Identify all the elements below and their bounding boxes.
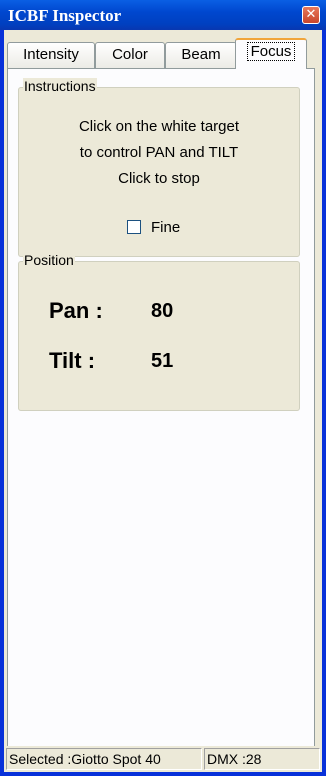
tab-intensity[interactable]: Intensity	[7, 42, 95, 68]
pan-value: 80	[151, 300, 174, 322]
tilt-value: 51	[151, 350, 174, 372]
instructions-group: Instructions Click on the white target t…	[18, 78, 300, 257]
tilt-label: Tilt :	[49, 348, 96, 373]
tab-focus[interactable]: Focus	[235, 38, 307, 69]
instructions-legend: Instructions	[23, 78, 97, 94]
fine-label[interactable]: Fine	[151, 219, 180, 236]
tab-label: Beam	[181, 46, 221, 63]
position-group: Position Pan : 80 Tilt : 51	[18, 252, 300, 411]
status-bar: Selected :Giotto Spot 40 DMX :28	[4, 746, 322, 770]
fine-checkbox[interactable]	[127, 220, 141, 234]
focus-tab-panel: Instructions Click on the white target t…	[7, 68, 315, 750]
pan-label: Pan :	[49, 298, 103, 323]
close-button[interactable]: ✕	[302, 6, 320, 24]
close-icon: ✕	[305, 7, 317, 22]
status-dmx: DMX :28	[204, 748, 320, 770]
instruction-line: Click on the white target	[78, 118, 240, 135]
inspector-window: ICBF Inspector ✕ Intensity Color Beam Fo…	[0, 0, 326, 776]
tab-label: Intensity	[23, 46, 79, 63]
window-client-area: Intensity Color Beam Focus Instructions …	[4, 30, 322, 772]
status-selected: Selected :Giotto Spot 40	[6, 748, 202, 770]
tab-color[interactable]: Color	[95, 42, 165, 68]
tab-label: Color	[112, 46, 148, 63]
window-title: ICBF Inspector	[8, 6, 122, 25]
instruction-line: Click to stop	[118, 170, 200, 187]
instruction-line: to control PAN and TILT	[79, 144, 239, 161]
position-legend: Position	[23, 252, 75, 268]
tab-label: Focus	[246, 42, 296, 61]
tab-beam[interactable]: Beam	[165, 42, 237, 68]
title-bar[interactable]: ICBF Inspector ✕	[0, 0, 326, 30]
